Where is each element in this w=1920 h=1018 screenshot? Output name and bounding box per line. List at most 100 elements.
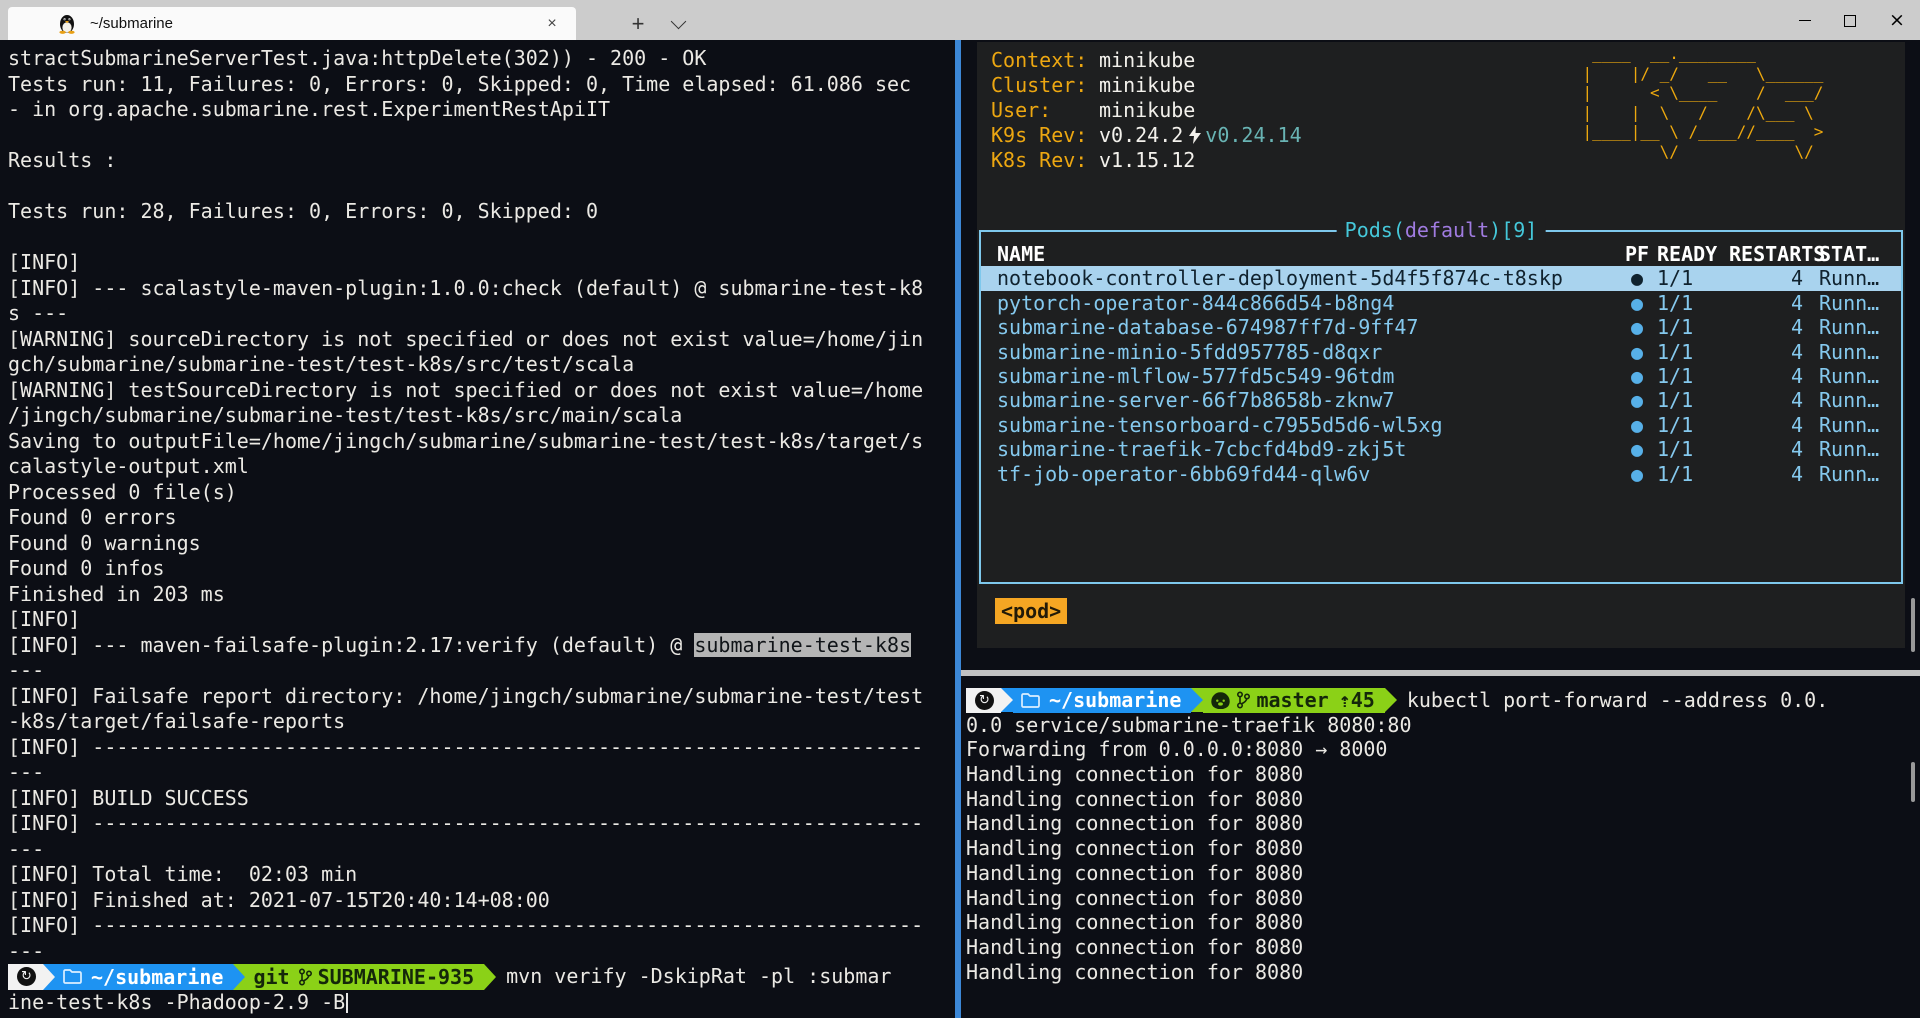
pf-dot-icon: ● — [1630, 412, 1644, 437]
terminal-output-line: Handling connection for 8080 — [966, 910, 1304, 935]
k9s-rev-row: K9s Rev: v0.24.2 v0.24.14 — [991, 123, 1302, 147]
pod-ready: 1/1 — [1657, 290, 1694, 315]
k9s-context-row: Context: minikube — [991, 48, 1196, 72]
left-terminal-pane[interactable]: stractSubmarineServerTest.java:httpDelet… — [0, 40, 955, 1018]
cwd-label: ~/submarine — [91, 964, 224, 989]
command-input[interactable]: mvn verify -DskipRat -pl :submar — [506, 964, 891, 990]
command-input[interactable]: kubectl port-forward --address 0.0. — [1407, 688, 1828, 713]
terminal-output-line: Handling connection for 8080 — [966, 934, 1304, 959]
terminal-output-line: Forwarding from 0.0.0.0:8080 → 8000 — [966, 737, 1388, 762]
tux-linux-icon — [59, 15, 75, 34]
pod-restarts: 4 — [1790, 266, 1803, 291]
terminal-output-line: [INFO] ---------------------------------… — [8, 913, 924, 937]
terminal-workspace: stractSubmarineServerTest.java:httpDelet… — [0, 40, 1920, 1018]
pf-dot-icon: ● — [1630, 461, 1644, 486]
pod-status: Runn… — [1819, 363, 1880, 388]
terminal-output-line: --- — [8, 938, 45, 963]
bottom-terminal-pane[interactable]: ↻ ~/submarine master ⇡45 kubectl port-fo… — [961, 676, 1920, 1018]
terminal-output-line: gch/submarine/submarine-test/test-k8s/sr… — [8, 352, 635, 376]
powerline-separator — [1001, 688, 1013, 712]
pod-ready: 1/1 — [1657, 388, 1694, 413]
pod-status: Runn… — [1819, 437, 1880, 462]
bottom-terminal-output: 0.0 service/submarine-traefik 8080:80 For… — [966, 713, 1920, 985]
terminal-output-line: - in org.apache.submarine.rest.Experimen… — [8, 97, 611, 121]
terminal-output-line: Found 0 infos — [8, 556, 165, 580]
terminal-tab[interactable]: ~/submarine × — [8, 7, 576, 40]
pod-row[interactable]: submarine-minio-5fdd957785-d8qxr ● 1/1 4 Run… — [981, 340, 1901, 364]
restore-button[interactable] — [1828, 0, 1874, 40]
tab-dropdown-button[interactable] — [658, 7, 698, 40]
pod-restarts: 4 — [1790, 388, 1803, 413]
terminal-output-line: Found 0 warnings — [8, 530, 201, 555]
scrollbar-thumb-bottom-pane[interactable] — [1911, 762, 1915, 802]
terminal-output-line: Handling connection for 8080 — [966, 786, 1304, 811]
pf-dot-icon: ● — [1630, 290, 1644, 315]
git-branch-icon — [298, 968, 312, 986]
terminal-output-line: [INFO] — [8, 607, 81, 631]
k9s-mode-badge: <pod> — [995, 598, 1068, 624]
scrollbar-thumb-top-pane[interactable] — [1911, 598, 1915, 652]
k9s-pane[interactable]: Context: minikube Cluster: minikube User: m… — [977, 42, 1905, 648]
terminal-output-line: Handling connection for 8080 — [966, 811, 1304, 836]
pf-dot-icon: ● — [1630, 339, 1644, 364]
folder-icon — [63, 969, 82, 985]
os-icon: ↻ — [975, 690, 994, 710]
pod-restarts: 4 — [1790, 437, 1803, 462]
terminal-output-line: Handling connection for 8080 — [966, 762, 1304, 787]
pod-status: Runn… — [1819, 315, 1880, 340]
terminal-output-line: Results : — [8, 148, 117, 172]
cwd-segment: ~/submarine — [55, 964, 234, 990]
pod-restarts: 4 — [1790, 290, 1803, 315]
new-tab-button[interactable]: + — [618, 7, 658, 40]
close-button[interactable]: × — [1874, 0, 1920, 40]
k8s-rev-row: K8s Rev: v1.15.12 — [991, 148, 1196, 172]
pod-row[interactable]: notebook-controller-deployment-5d4f5f874… — [981, 266, 1901, 291]
pod-row[interactable]: submarine-mlflow-577fd5c549-96tdm ● 1/1 4 Ru… — [981, 364, 1901, 388]
terminal-output-line: [INFO] — [8, 250, 81, 274]
minimize-button[interactable] — [1782, 0, 1828, 40]
pod-row[interactable]: submarine-database-674987ff7d-9ff47 ● 1/1 4… — [981, 315, 1901, 339]
pods-table: NAME PF READY RESTARTS STAT… notebook-co… — [981, 232, 1901, 486]
close-icon: × — [1889, 9, 1905, 31]
terminal-output-line: Handling connection for 8080 — [966, 885, 1304, 910]
pod-row[interactable]: pytorch-operator-844c866d54-b8ng4 ● 1/1 4 Ru… — [981, 291, 1901, 315]
terminal-output-line: [INFO] ---------------------------------… — [8, 734, 924, 759]
pod-row[interactable]: submarine-server-66f7b8658b-zknw7 ● 1/1 4 Ru… — [981, 388, 1901, 412]
os-segment: ↻ — [8, 964, 43, 990]
terminal-output-line: Handling connection for 8080 — [966, 860, 1304, 885]
pod-restarts: 4 — [1790, 363, 1803, 388]
terminal-output-line: [WARNING] sourceDirectory is not specifi… — [8, 326, 924, 351]
pf-dot-icon: ● — [1630, 363, 1644, 388]
k9s-user-row: User: minikube — [991, 98, 1196, 122]
git-branch-icon — [1237, 691, 1251, 709]
git-word: git — [253, 964, 290, 989]
pod-name: submarine-tensorboard-c7955d5d6-wl5xg — [997, 412, 1443, 437]
tab-close-icon[interactable]: × — [540, 12, 564, 36]
folder-icon — [1021, 692, 1040, 708]
powerline-separator — [233, 964, 246, 990]
pod-ready: 1/1 — [1657, 339, 1694, 364]
bottom-shell-prompt: ↻ ~/submarine master ⇡45 kubectl port-fo… — [966, 688, 1920, 713]
git-segment: git SUBMARINE-935 — [245, 964, 485, 990]
left-terminal-output: stractSubmarineServerTest.java:httpDelet… — [8, 46, 955, 964]
pod-row[interactable]: tf-job-operator-6bb69fd44-qlw6v ● 1/1 4 Runn… — [981, 462, 1901, 486]
terminal-output-line: [INFO] --- maven-failsafe-plugin:2.17:ve… — [8, 632, 912, 657]
titlebar: ~/submarine × + × — [0, 0, 1920, 40]
terminal-output-line: /jingch/submarine/submarine-test/test-k8… — [8, 403, 683, 427]
git-segment: master ⇡45 — [1203, 688, 1385, 713]
pod-name: tf-job-operator-6bb69fd44-qlw6v — [997, 461, 1371, 486]
command-input-wrap[interactable]: ine-test-k8s -Phadoop-2.9 -B — [8, 990, 955, 1016]
pod-name: submarine-server-66f7b8658b-zknw7 — [997, 388, 1395, 413]
terminal-output-line: Tests run: 11, Failures: 0, Errors: 0, S… — [8, 71, 912, 96]
pod-status: Runn… — [1819, 266, 1880, 291]
pod-row[interactable]: submarine-tensorboard-c7955d5d6-wl5xg ● 1/… — [981, 413, 1901, 437]
pods-header-row: NAME PF READY RESTARTS STAT… — [997, 242, 1880, 266]
pod-row[interactable]: submarine-traefik-7cbcfd4bd9-zkj5t ● 1/1 4 R… — [981, 437, 1901, 461]
window-controls: × — [1782, 0, 1920, 40]
terminal-output-line: Handling connection for 8080 — [966, 959, 1304, 984]
k9s-cluster-info: Context: minikube Cluster: minikube User: m… — [991, 48, 1302, 173]
zap-icon — [1189, 126, 1202, 144]
terminal-output-line: Saving to outputFile=/home/jingch/submar… — [8, 428, 924, 453]
